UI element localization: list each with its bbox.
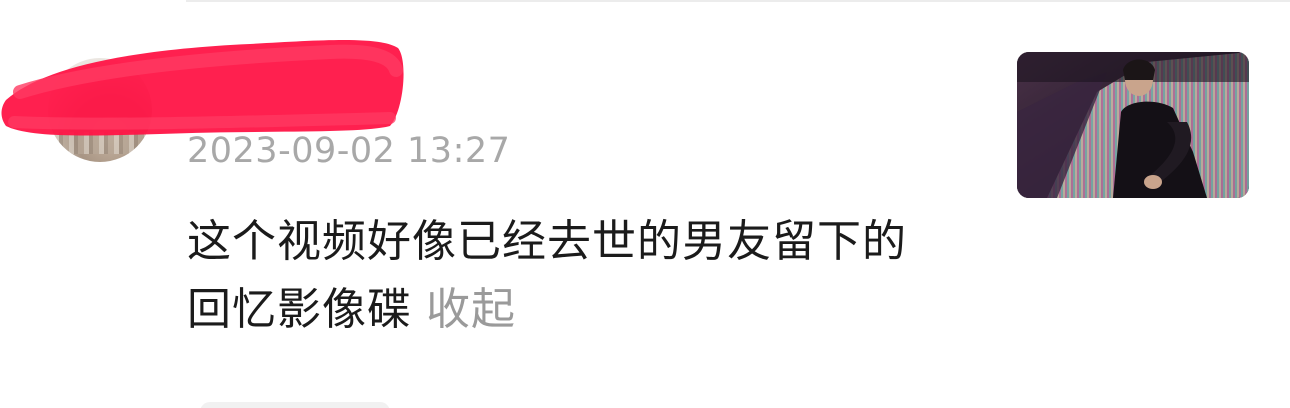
next-item-hint [200,402,390,408]
comment-page: 2023-09-02 13:27 这个视频好像已经去世的男友留下的回忆影像碟 收起 [0,0,1290,408]
video-thumbnail[interactable] [1017,52,1249,198]
comment-item: 2023-09-02 13:27 这个视频好像已经去世的男友留下的回忆影像碟 收起 [0,0,1290,408]
comment-timestamp: 2023-09-02 13:27 [187,131,511,171]
video-thumbnail-icon [1017,52,1249,198]
collapse-button[interactable]: 收起 [426,284,516,335]
redaction-scribble [1,40,404,136]
comment-text: 这个视频好像已经去世的男友留下的回忆影像碟 [187,216,907,335]
comment-body: 这个视频好像已经去世的男友留下的回忆影像碟 收起 [187,208,947,344]
